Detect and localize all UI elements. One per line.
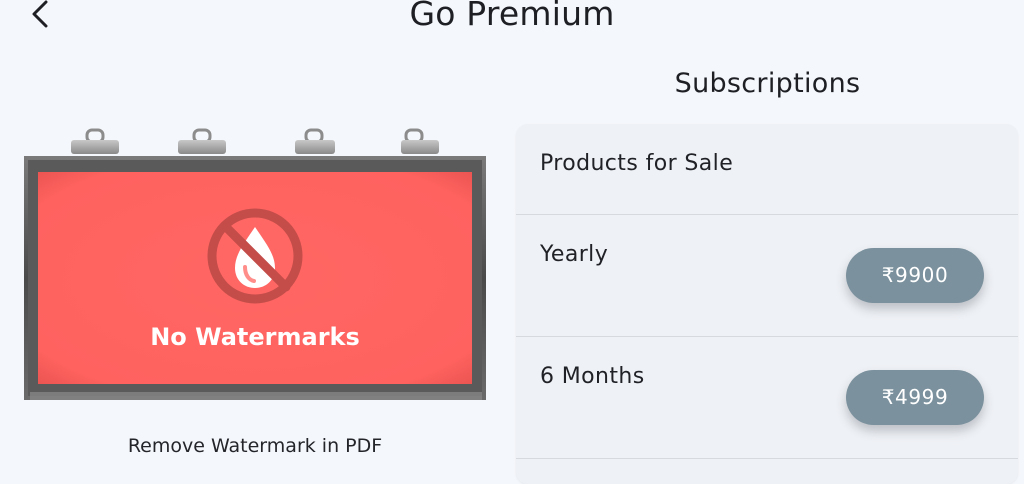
billboard-text: No Watermarks (150, 323, 360, 351)
plan-row-6-months: 6 Months ₹4999 (516, 337, 1018, 459)
buy-yearly-button[interactable]: ₹9900 (846, 248, 984, 303)
subscriptions-heading: Subscriptions (674, 68, 861, 99)
plan-name: Yearly (540, 242, 609, 267)
billboard-illustration (24, 128, 486, 400)
subscriptions-panel: Products for Sale Yearly ₹9900 6 Months … (516, 124, 1018, 484)
products-label: Products for Sale (540, 151, 734, 176)
products-header-row: Products for Sale (516, 124, 1018, 215)
promo-caption: Remove Watermark in PDF (127, 435, 383, 457)
no-drop-icon (207, 208, 303, 304)
plan-row-yearly: Yearly ₹9900 (516, 215, 1018, 337)
page-title: Go Premium (409, 0, 615, 33)
lamps (71, 128, 439, 154)
buy-6-months-button[interactable]: ₹4999 (846, 370, 984, 425)
plan-name: 6 Months (540, 364, 645, 389)
promo-section: No Watermarks Remove Watermark in PDF (0, 120, 510, 471)
